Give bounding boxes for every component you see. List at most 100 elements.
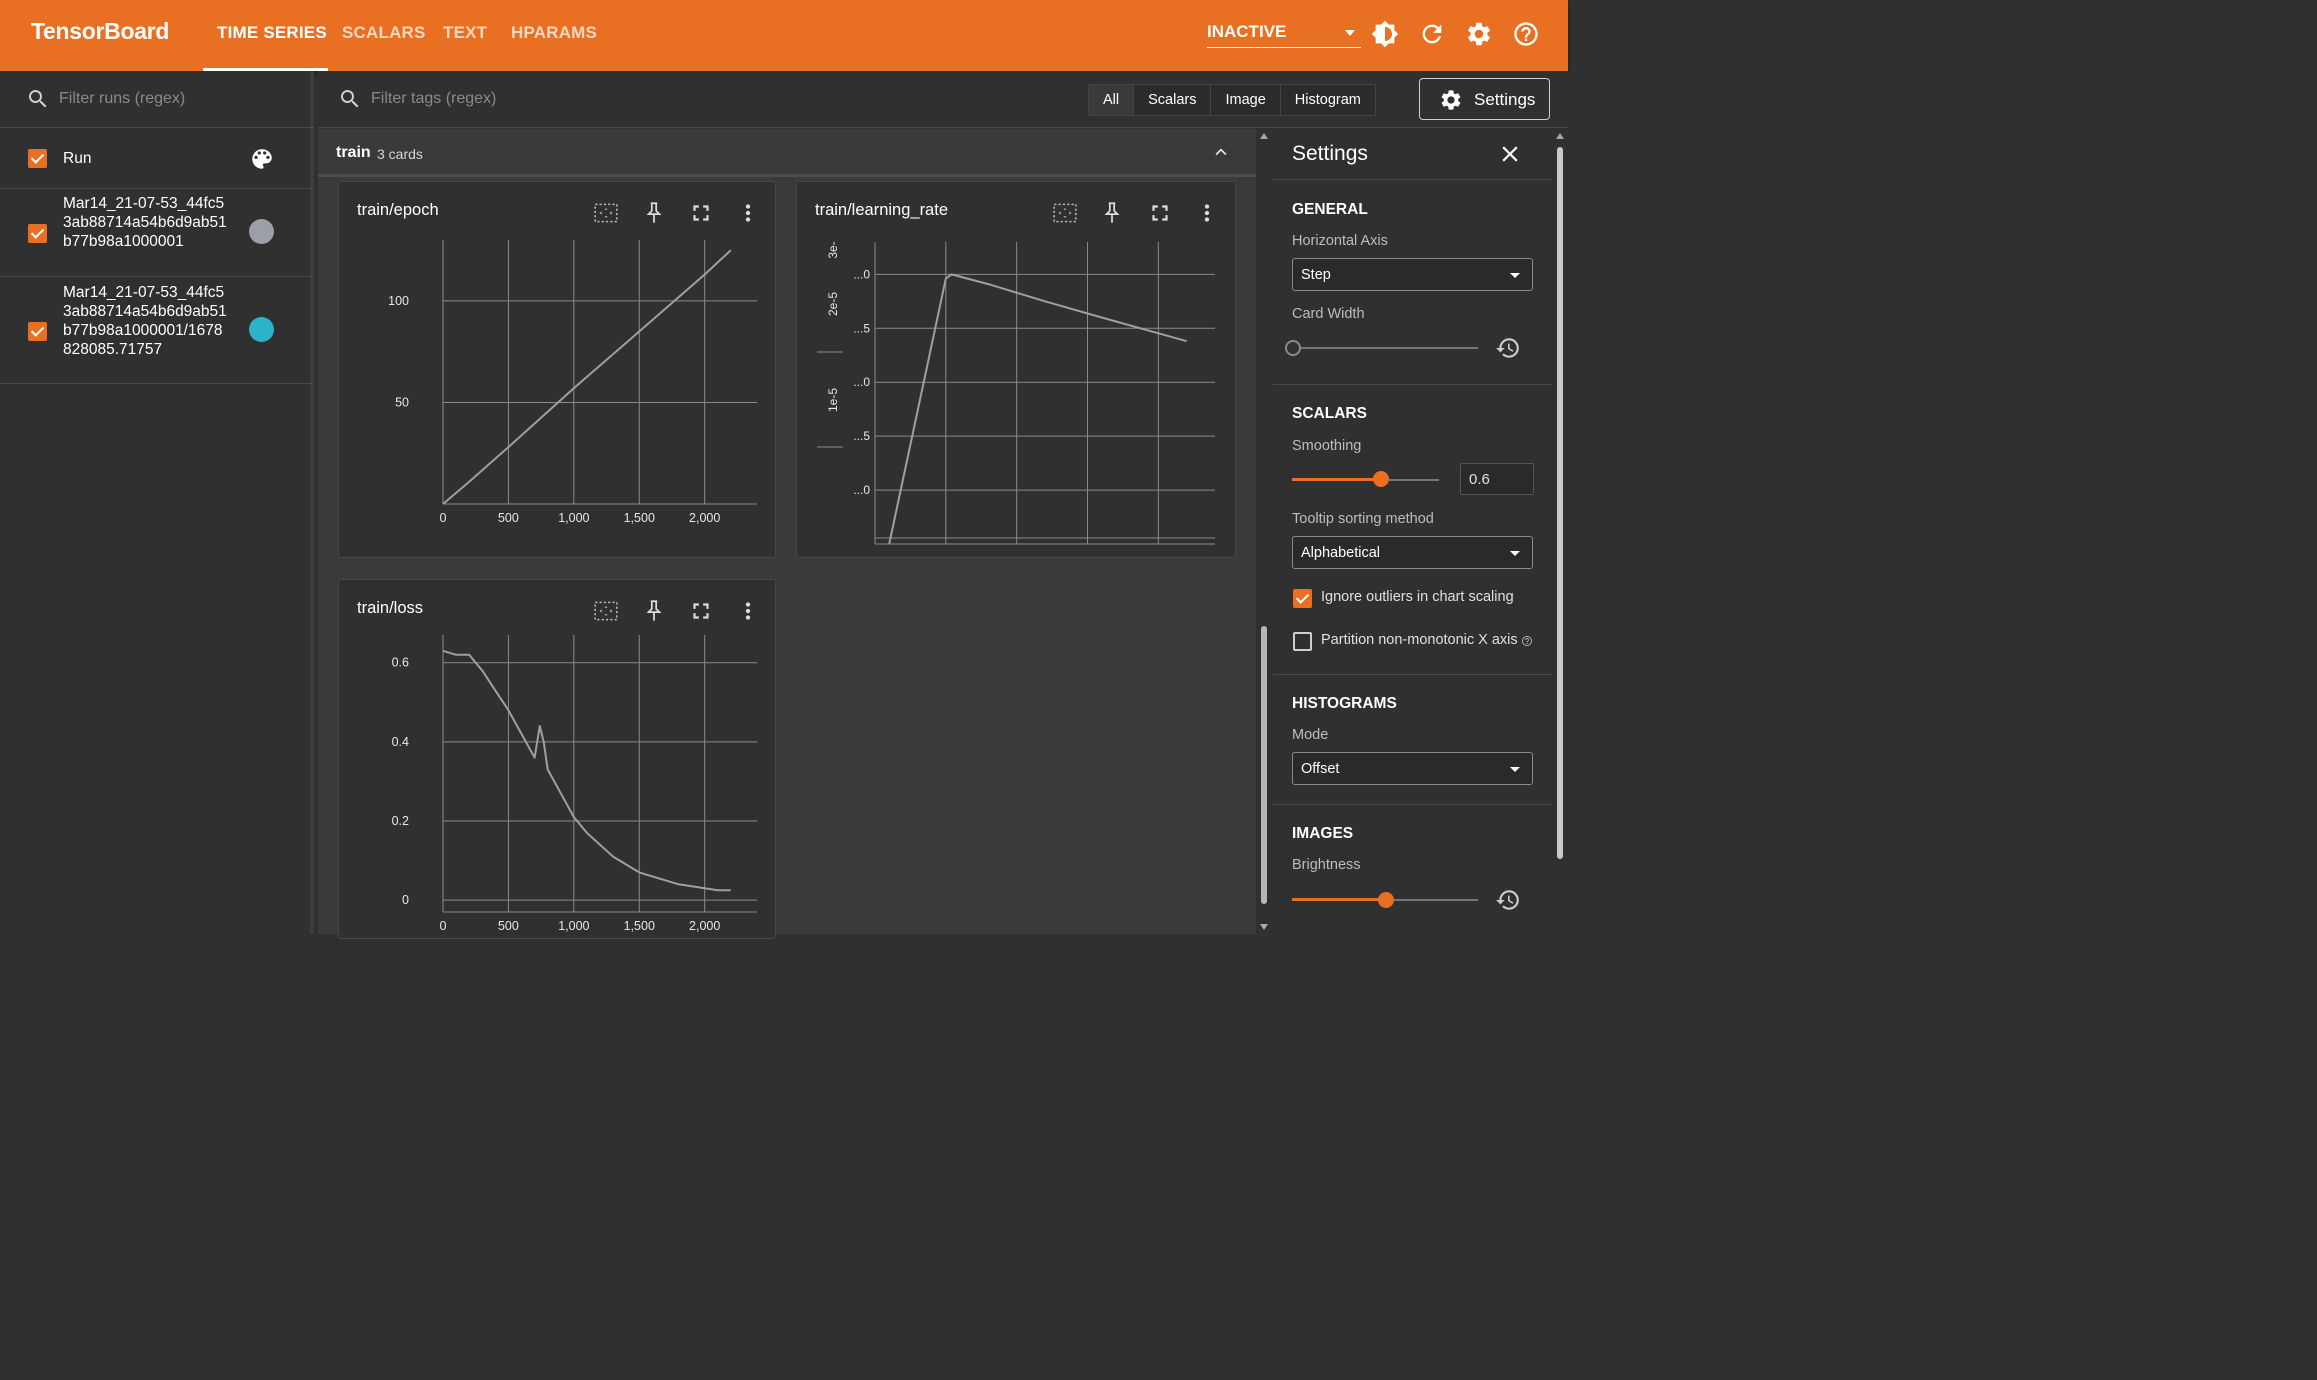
- pin-icon[interactable]: [1099, 200, 1125, 226]
- fullscreen-icon[interactable]: [688, 200, 714, 226]
- refresh-icon[interactable]: [1418, 20, 1446, 48]
- tooltip-sorting-label: Tooltip sorting method: [1292, 511, 1434, 527]
- epoch-chart[interactable]: 0 500 1,000 1,500 2,000 50 100: [339, 232, 777, 552]
- y-tick-label: 0: [402, 893, 409, 907]
- brightness-slider-thumb[interactable]: [1378, 892, 1394, 908]
- partition-x-axis-checkbox[interactable]: [1293, 632, 1312, 651]
- settings-scrollbar[interactable]: [1552, 129, 1568, 934]
- settings-gear-icon[interactable]: [1465, 20, 1493, 48]
- card-type-filter: All Scalars Image Histogram: [1088, 84, 1376, 116]
- fit-domain-icon[interactable]: [593, 200, 619, 226]
- smoothing-input[interactable]: [1460, 463, 1534, 495]
- settings-histograms-section: HISTOGRAMS Mode Offset: [1273, 674, 1552, 804]
- pin-icon[interactable]: [641, 598, 667, 624]
- chevron-down-icon: [1510, 767, 1520, 772]
- scroll-down-arrow-icon[interactable]: [1260, 924, 1268, 930]
- scroll-up-arrow-icon[interactable]: [1556, 133, 1564, 139]
- card-group-header[interactable]: train 3 cards: [318, 129, 1256, 177]
- card-width-label: Card Width: [1292, 306, 1365, 322]
- x-tick-label: 2,000: [689, 919, 720, 933]
- section-heading: SCALARS: [1292, 405, 1367, 422]
- run-name: Mar14_21-07-53_44fc53ab88714a54b6d9ab51b…: [63, 284, 227, 358]
- settings-general-section: GENERAL Horizontal Axis Step Card Width: [1273, 179, 1552, 384]
- x-tick-label: 2,000: [1143, 551, 1174, 552]
- tab-scalars[interactable]: SCALARS: [342, 23, 426, 43]
- tags-filter[interactable]: Filter tags (regex): [318, 71, 1078, 128]
- fit-domain-icon[interactable]: [1052, 200, 1078, 226]
- y-tick-label: ...5: [853, 321, 870, 335]
- run-row[interactable]: Mar14_21-07-53_44fc53ab88714a54b6d9ab51b…: [0, 277, 314, 384]
- fullscreen-icon[interactable]: [688, 598, 714, 624]
- tab-time-series[interactable]: TIME SERIES: [217, 23, 327, 43]
- settings-panel: Settings GENERAL Horizontal Axis Step Ca…: [1273, 129, 1552, 934]
- x-tick-label: 1,000: [1001, 551, 1032, 552]
- search-icon: [341, 90, 359, 108]
- x-tick-label: 500: [498, 511, 519, 525]
- scroll-up-arrow-icon[interactable]: [1260, 133, 1268, 139]
- tooltip-sorting-value: Alphabetical: [1301, 545, 1380, 561]
- plugin-select-value: INACTIVE: [1207, 22, 1287, 41]
- filter-scalars-button[interactable]: Scalars: [1134, 85, 1212, 115]
- loss-chart[interactable]: 0 500 1,000 1,500 2,000 0 0.2 0.4 0.6: [339, 630, 777, 940]
- brightness-slider-fill: [1292, 898, 1385, 901]
- brightness-icon[interactable]: [1371, 20, 1399, 48]
- help-icon[interactable]: [1512, 20, 1540, 48]
- x-tick-label: 500: [935, 551, 956, 552]
- run-checkbox[interactable]: [28, 322, 47, 341]
- card-width-slider-thumb[interactable]: [1285, 340, 1301, 356]
- run-color-swatch[interactable]: [249, 317, 274, 342]
- runs-filter[interactable]: Filter runs (regex): [0, 71, 314, 128]
- more-vert-icon[interactable]: [735, 200, 761, 226]
- reset-icon[interactable]: [1495, 335, 1521, 361]
- card-width-slider-track[interactable]: [1292, 347, 1478, 349]
- plugin-select[interactable]: INACTIVE: [1207, 18, 1361, 48]
- filter-all-button[interactable]: All: [1089, 85, 1135, 115]
- series-line: [442, 649, 731, 892]
- more-vert-icon[interactable]: [735, 598, 761, 624]
- help-icon[interactable]: [1521, 635, 1533, 647]
- horizontal-axis-select[interactable]: Step: [1292, 258, 1533, 291]
- more-vert-icon[interactable]: [1194, 200, 1220, 226]
- scrollbar-thumb[interactable]: [1261, 626, 1267, 904]
- scrollbar-thumb[interactable]: [1557, 147, 1563, 859]
- run-checkbox[interactable]: [28, 224, 47, 243]
- y-tick-label: 0.4: [392, 735, 409, 749]
- settings-images-section: IMAGES Brightness: [1273, 804, 1552, 934]
- palette-icon[interactable]: [249, 146, 275, 172]
- run-color-swatch[interactable]: [249, 219, 274, 244]
- cards-scrollbar[interactable]: [1256, 129, 1272, 934]
- learning-rate-chart[interactable]: 0 500 1,000 1,500 2,000 ...0 ...5 ...0 ...5 ...0 3…: [797, 232, 1237, 552]
- smoothing-slider-thumb[interactable]: [1373, 471, 1390, 487]
- x-tick-label: 0: [440, 919, 447, 933]
- reset-icon[interactable]: [1495, 887, 1521, 913]
- settings-button-label: Settings: [1474, 90, 1536, 109]
- partition-x-axis-label: Partition non-monotonic X axis: [1321, 632, 1518, 648]
- tab-hparams[interactable]: HPARAMS: [511, 23, 597, 43]
- settings-toggle-button[interactable]: Settings: [1419, 78, 1550, 120]
- tooltip-sorting-select[interactable]: Alphabetical: [1292, 536, 1533, 569]
- select-all-runs-checkbox[interactable]: [28, 149, 47, 168]
- run-name: Mar14_21-07-53_44fc53ab88714a54b6d9ab51b…: [63, 195, 227, 250]
- filter-histogram-button[interactable]: Histogram: [1280, 85, 1375, 115]
- x-tick-label: 0: [872, 551, 879, 552]
- close-icon[interactable]: [1497, 141, 1523, 167]
- x-tick-label: 1,500: [1072, 551, 1103, 552]
- y-tick-label: ...0: [853, 375, 870, 389]
- filter-image-button[interactable]: Image: [1211, 85, 1281, 115]
- settings-scalars-section: SCALARS Smoothing Tooltip sorting method…: [1273, 384, 1552, 674]
- y-tick-label: 0.2: [392, 814, 409, 828]
- run-row[interactable]: Mar14_21-07-53_44fc53ab88714a54b6d9ab51b…: [0, 189, 314, 277]
- fullscreen-icon[interactable]: [1147, 200, 1173, 226]
- histogram-mode-value: Offset: [1301, 761, 1340, 777]
- ignore-outliers-label: Ignore outliers in chart scaling: [1321, 589, 1514, 605]
- fit-domain-icon[interactable]: [593, 598, 619, 624]
- ignore-outliers-checkbox[interactable]: [1293, 589, 1312, 608]
- pin-icon[interactable]: [641, 200, 667, 226]
- y-tick-label: 0.6: [392, 656, 409, 670]
- histogram-mode-select[interactable]: Offset: [1292, 752, 1533, 785]
- tab-text[interactable]: TEXT: [443, 23, 487, 43]
- y-group-label: 2e-5: [826, 292, 840, 316]
- chevron-up-icon[interactable]: [1210, 141, 1232, 163]
- x-tick-label: 1,500: [624, 919, 655, 933]
- card-group-name: train: [336, 144, 371, 161]
